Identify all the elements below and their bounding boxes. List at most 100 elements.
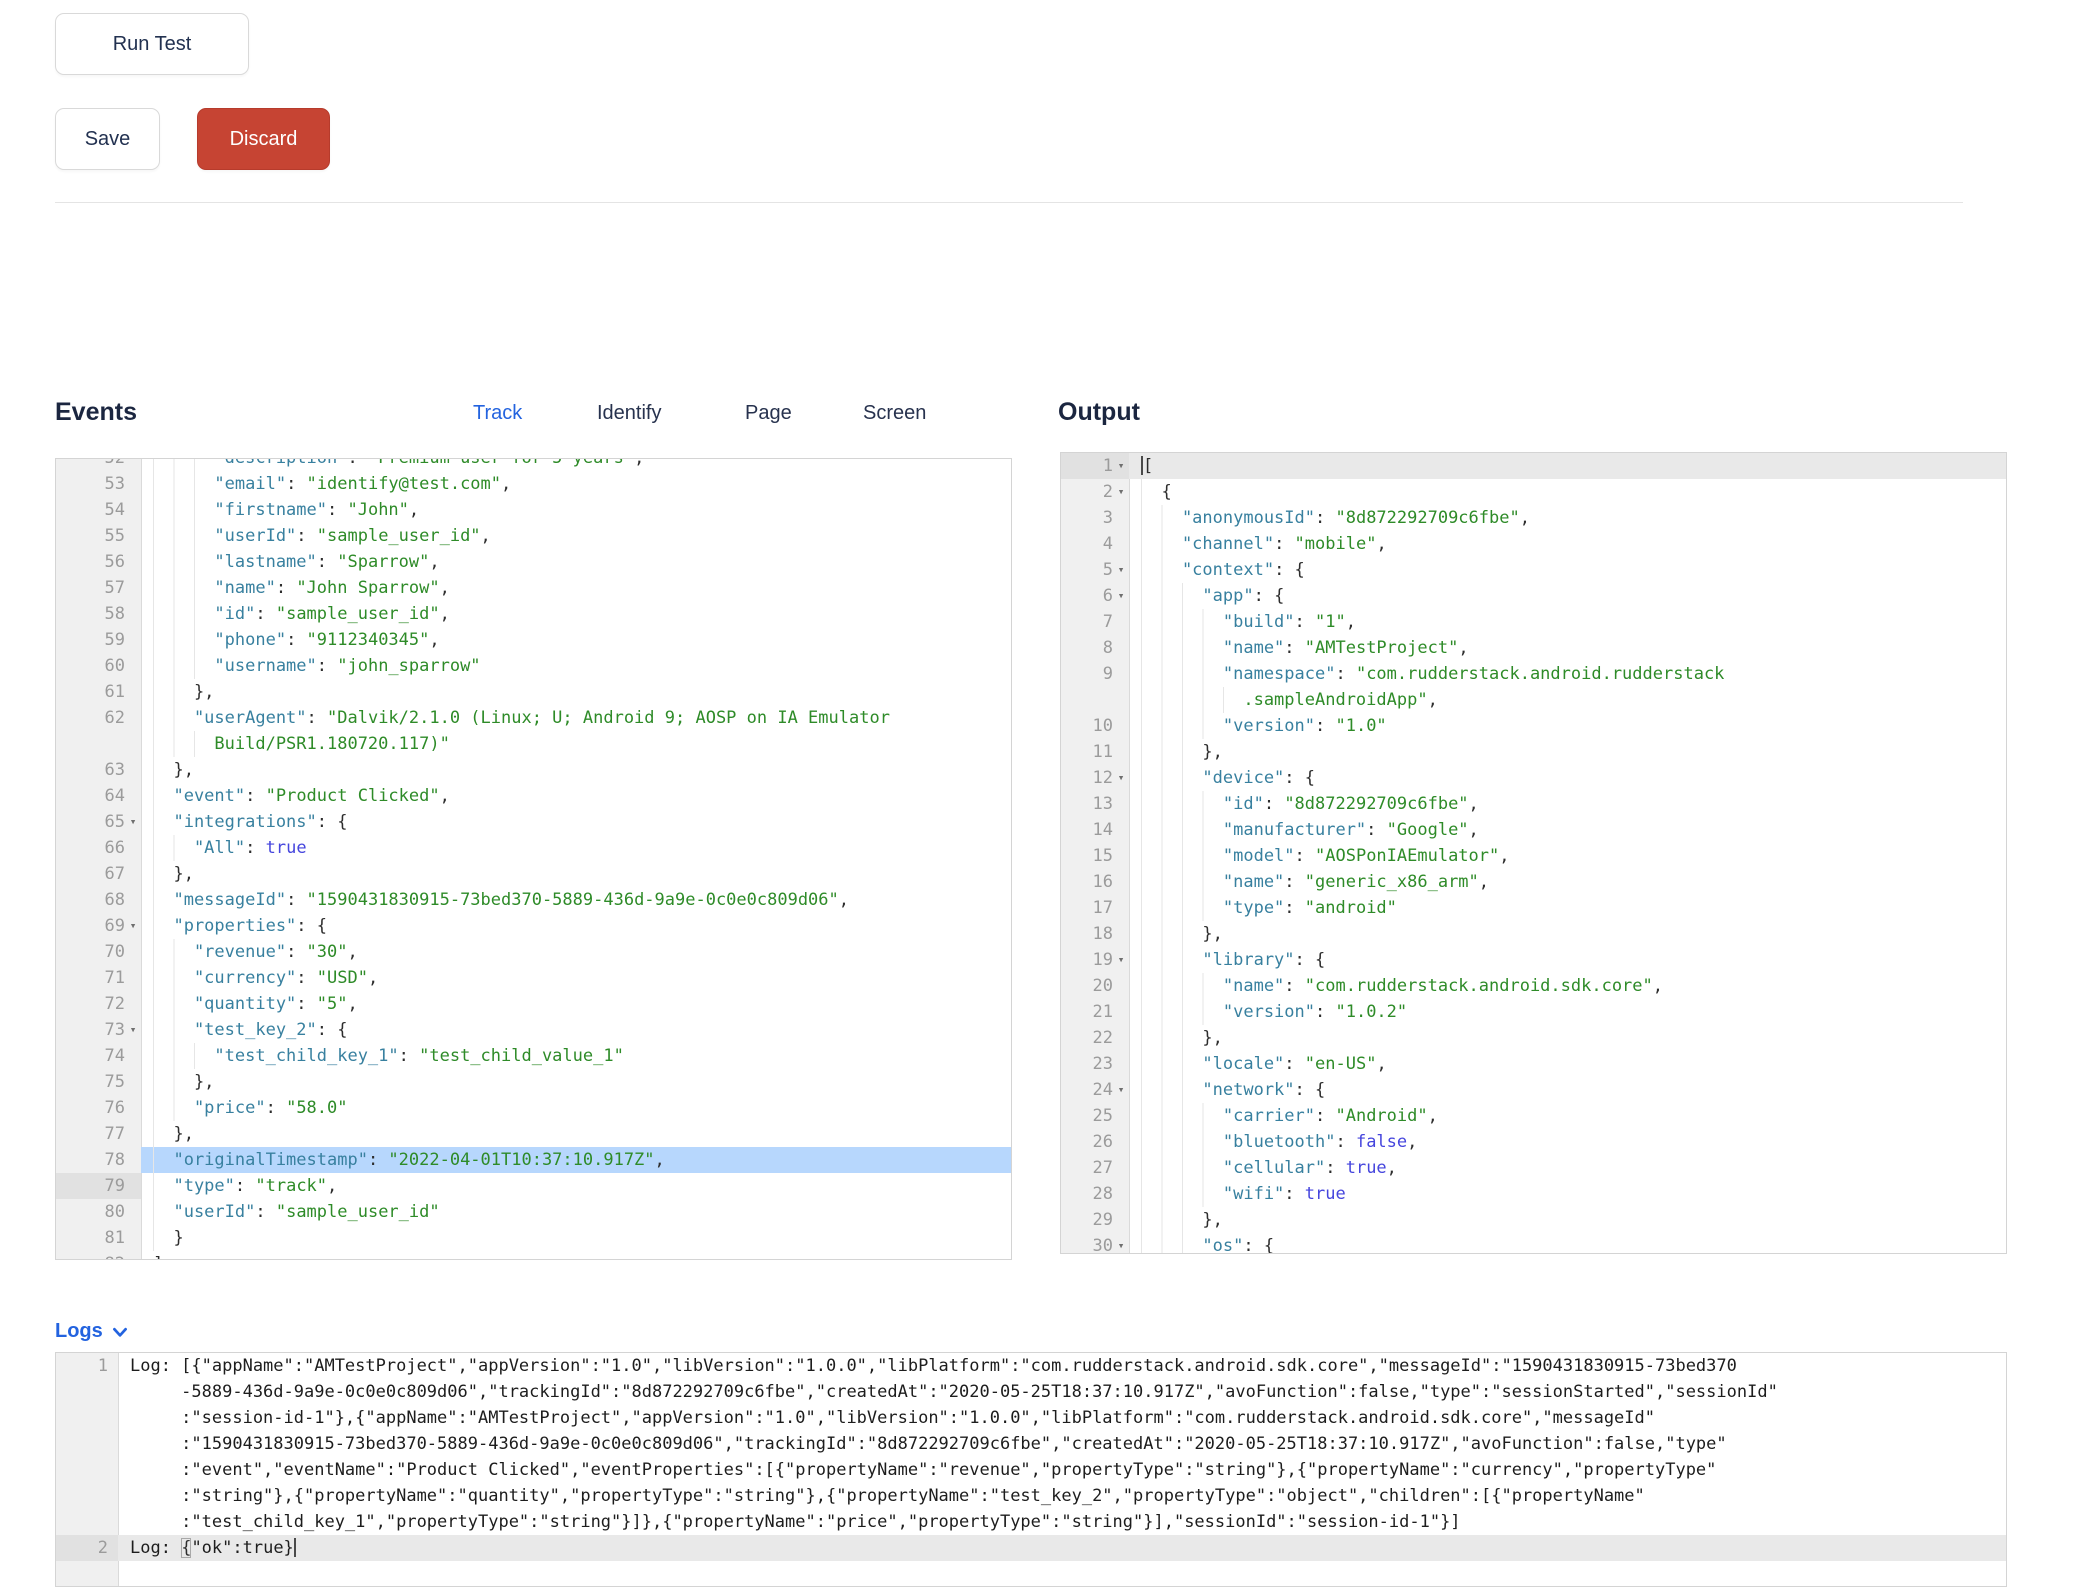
- output-code-editor[interactable]: 1▾[2▾{3"anonymousId": "8d872292709c6fbe"…: [1060, 452, 2007, 1254]
- code-token: :"test_child_key_1","propertyType":"stri…: [130, 1512, 1461, 1532]
- code-token: "AOSPonIAEmulator": [1315, 846, 1499, 866]
- code-token: :: [1315, 508, 1335, 528]
- tab-screen[interactable]: Screen: [863, 402, 926, 425]
- code-token: : {: [317, 812, 348, 832]
- code-token: :: [1295, 612, 1315, 632]
- code-token: true: [1305, 1184, 1346, 1204]
- discard-button[interactable]: Discard: [197, 108, 330, 170]
- line-number: 53: [56, 471, 141, 497]
- logs-code-editor[interactable]: 1Log: [{"appName":"AMTestProject","appVe…: [55, 1352, 2007, 1587]
- code-token: :"event","eventName":"Product Clicked","…: [130, 1460, 1716, 1480]
- code-token: :: [1295, 846, 1315, 866]
- chevron-down-icon: [111, 1323, 129, 1341]
- fold-arrow-icon[interactable]: ▾: [1113, 1233, 1129, 1254]
- code-line: 25"carrier": "Android",: [1061, 1103, 2006, 1129]
- code-line: 74"test_child_key_1": "test_child_value_…: [56, 1043, 1011, 1069]
- code-token: ,: [368, 968, 378, 988]
- code-token: ,: [655, 1150, 665, 1170]
- line-number: 65▾: [56, 809, 141, 835]
- code-line: 56"lastname": "Sparrow",: [56, 549, 1011, 575]
- code-token: "quantity": [194, 994, 296, 1014]
- events-tab-bar: Track Identify Page Screen: [55, 402, 1010, 432]
- fold-arrow-icon[interactable]: ▾: [1113, 557, 1129, 583]
- code-line: 5▾"context": {: [1061, 557, 2006, 583]
- line-number: 55: [56, 523, 141, 549]
- run-test-button[interactable]: Run Test: [55, 13, 249, 75]
- code-line: 60"username": "john_sparrow": [56, 653, 1011, 679]
- line-number: [56, 1483, 118, 1509]
- code-token: "network": [1202, 1080, 1294, 1100]
- events-code-editor[interactable]: 52"description": "Premium user for 5 yea…: [55, 458, 1012, 1260]
- code-token: :: [1274, 534, 1294, 554]
- code-token: :: [317, 656, 337, 676]
- code-token: "anonymousId": [1182, 508, 1315, 528]
- fold-arrow-icon[interactable]: ▾: [125, 913, 141, 939]
- line-number: 18: [1061, 921, 1129, 947]
- line-number: [56, 1405, 118, 1431]
- code-token: :: [1284, 1054, 1304, 1074]
- code-token: },: [194, 682, 214, 702]
- code-token: :: [1284, 1184, 1304, 1204]
- code-token: ,: [440, 786, 450, 806]
- code-token: "revenue": [194, 942, 286, 962]
- line-number: 22: [1061, 1025, 1129, 1051]
- code-line: 54"firstname": "John",: [56, 497, 1011, 523]
- code-token: [: [1143, 456, 1153, 476]
- code-token: "com.rudderstack.android.sdk.core": [1305, 976, 1653, 996]
- code-token: :: [276, 578, 296, 598]
- code-token: "2022-04-01T10:37:10.917Z": [388, 1150, 654, 1170]
- tab-track[interactable]: Track: [473, 402, 522, 425]
- line-number: 28: [1061, 1181, 1129, 1207]
- code-line: 16"name": "generic_x86_arm",: [1061, 869, 2006, 895]
- code-line: 23"locale": "en-US",: [1061, 1051, 2006, 1077]
- code-token: :: [1284, 976, 1304, 996]
- code-token: "namespace": [1223, 664, 1336, 684]
- line-number: 64: [56, 783, 141, 809]
- code-line: 69▾"properties": {: [56, 913, 1011, 939]
- code-token: ,: [1387, 1158, 1397, 1178]
- fold-arrow-icon[interactable]: ▾: [1113, 947, 1129, 973]
- line-number: 10: [1061, 713, 1129, 739]
- logs-toggle[interactable]: Logs: [55, 1320, 129, 1343]
- code-line: 55"userId": "sample_user_id",: [56, 523, 1011, 549]
- tab-page[interactable]: Page: [745, 402, 792, 425]
- fold-arrow-icon[interactable]: ▾: [125, 809, 141, 835]
- code-token: Log:: [130, 1538, 181, 1558]
- code-token: :: [296, 994, 316, 1014]
- line-number: 2▾: [1061, 479, 1129, 505]
- code-token: :: [1284, 898, 1304, 918]
- fold-arrow-icon[interactable]: ▾: [1113, 1077, 1129, 1103]
- code-token: "firstname": [214, 500, 327, 520]
- code-token: {: [1161, 482, 1171, 502]
- code-token: "android": [1305, 898, 1397, 918]
- code-token: "mobile": [1295, 534, 1377, 554]
- code-token: :: [1335, 1132, 1355, 1152]
- code-token: :: [1335, 664, 1355, 684]
- code-token: :: [1315, 1002, 1335, 1022]
- code-line: 10"version": "1.0": [1061, 713, 2006, 739]
- fold-arrow-icon[interactable]: ▾: [1113, 453, 1129, 479]
- fold-arrow-icon[interactable]: ▾: [1113, 583, 1129, 609]
- code-token: "name": [214, 578, 275, 598]
- code-token: :: [296, 526, 316, 546]
- code-token: "test_child_key_1": [214, 1046, 398, 1066]
- line-number: 66: [56, 835, 141, 861]
- code-line: :"test_child_key_1","propertyType":"stri…: [56, 1509, 2006, 1535]
- code-token: "integrations": [173, 812, 316, 832]
- code-line: 18},: [1061, 921, 2006, 947]
- fold-arrow-icon[interactable]: ▾: [1113, 765, 1129, 791]
- code-token: :: [245, 786, 265, 806]
- line-number: 77: [56, 1121, 141, 1147]
- code-token: "context": [1182, 560, 1274, 580]
- save-button[interactable]: Save: [55, 108, 160, 170]
- line-number: 21: [1061, 999, 1129, 1025]
- fold-arrow-icon[interactable]: ▾: [1113, 479, 1129, 505]
- code-line: 4"channel": "mobile",: [1061, 531, 2006, 557]
- line-number: 58: [56, 601, 141, 627]
- code-token: "locale": [1202, 1054, 1284, 1074]
- fold-arrow-icon[interactable]: ▾: [125, 1017, 141, 1043]
- code-token: :: [1284, 638, 1304, 658]
- tab-identify[interactable]: Identify: [597, 402, 661, 425]
- code-token: false: [1356, 1132, 1407, 1152]
- text-cursor: [294, 1538, 296, 1557]
